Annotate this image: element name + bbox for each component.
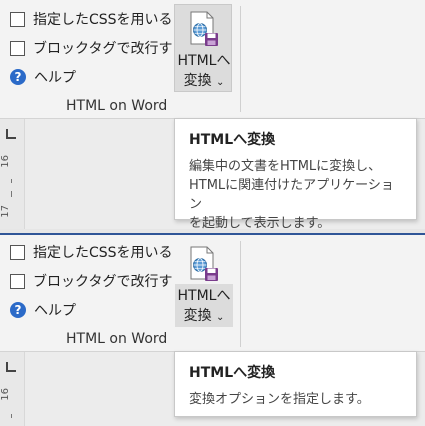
html-convert-button-top-half[interactable]: HTMLへ 変換 ⌄ <box>174 239 233 327</box>
ruler-label-16: 16 <box>0 155 11 168</box>
save-disk-icon <box>205 268 218 281</box>
html-convert-label-line1: HTMLへ <box>177 53 231 69</box>
tooltip-html-convert: HTMLへ変換 編集中の文書をHTMLに変換し、 HTMLに関連付けたアプリケー… <box>174 118 417 231</box>
tooltip-convert-options: HTMLへ変換 変換オプションを指定します。 <box>174 351 417 417</box>
block-break-checkbox[interactable] <box>10 273 25 289</box>
css-checkbox-label: 指定したCSSを用いる <box>33 12 173 28</box>
help-button[interactable]: ? ヘルプ <box>10 300 76 320</box>
html-convert-label-line1: HTMLへ <box>177 288 231 304</box>
group-divider <box>240 6 241 112</box>
bottom-panel: 指定したCSSを用いる ブロックタグで改行する ? ヘルプ HTMLへ 変換 ⌄… <box>0 235 425 426</box>
tooltip-title: HTMLへ変換 <box>189 132 276 148</box>
block-break-checkbox[interactable] <box>10 40 25 56</box>
html-document-icon <box>188 11 220 47</box>
help-label: ヘルプ <box>34 303 76 319</box>
html-convert-label-line2: 変換 ⌄ <box>183 308 225 324</box>
ruler-label-16: 16 <box>0 388 11 401</box>
css-checkbox-label: 指定したCSSを用いる <box>33 245 173 261</box>
css-checkbox-row[interactable]: 指定したCSSを用いる <box>10 9 173 29</box>
block-break-checkbox-label: ブロックタグで改行する <box>33 274 187 290</box>
chevron-down-icon: ⌄ <box>216 77 225 88</box>
html-convert-label-line2: 変換 ⌄ <box>183 73 225 89</box>
help-icon: ? <box>10 302 26 318</box>
block-break-checkbox-row[interactable]: ブロックタグで改行する <box>10 38 186 58</box>
html-convert-button[interactable]: HTMLへ 変換 ⌄ <box>174 4 232 92</box>
css-checkbox[interactable] <box>10 244 25 260</box>
top-panel: 指定したCSSを用いる ブロックタグで改行する ? ヘルプ HTMLへ 変換 ⌄… <box>0 0 425 233</box>
ruler-tick <box>11 414 12 418</box>
help-button[interactable]: ? ヘルプ <box>10 67 76 87</box>
vertical-ruler: 16 17 <box>0 119 25 229</box>
ruler-tick <box>11 191 12 197</box>
block-break-checkbox-label: ブロックタグで改行する <box>33 41 187 57</box>
ribbon: 指定したCSSを用いる ブロックタグで改行する ? ヘルプ HTMLへ 変換 ⌄… <box>0 235 425 353</box>
help-label: ヘルプ <box>34 70 76 86</box>
ruler-tick <box>11 179 12 183</box>
tab-stop-icon[interactable] <box>6 362 16 372</box>
group-label: HTML on Word <box>66 98 168 114</box>
globe-icon <box>193 23 207 37</box>
tooltip-title: HTMLへ変換 <box>189 365 276 381</box>
vertical-ruler: 16 <box>0 352 25 426</box>
group-divider <box>240 241 241 347</box>
chevron-down-icon: ⌄ <box>216 312 225 323</box>
globe-icon <box>193 258 207 272</box>
group-label: HTML on Word <box>66 331 168 347</box>
help-icon: ? <box>10 69 26 85</box>
ruler-label-17: 17 <box>0 205 11 218</box>
css-checkbox[interactable] <box>10 11 25 27</box>
tooltip-body: 変換オプションを指定します。 <box>189 392 370 407</box>
save-disk-icon <box>205 33 218 46</box>
tab-stop-icon[interactable] <box>6 129 16 139</box>
ribbon: 指定したCSSを用いる ブロックタグで改行する ? ヘルプ HTMLへ 変換 ⌄… <box>0 0 425 118</box>
block-break-checkbox-row[interactable]: ブロックタグで改行する <box>10 271 186 291</box>
html-document-icon <box>188 246 220 282</box>
css-checkbox-row[interactable]: 指定したCSSを用いる <box>10 242 173 262</box>
tooltip-body: 編集中の文書をHTMLに変換し、 HTMLに関連付けたアプリケーション を起動し… <box>189 159 394 231</box>
